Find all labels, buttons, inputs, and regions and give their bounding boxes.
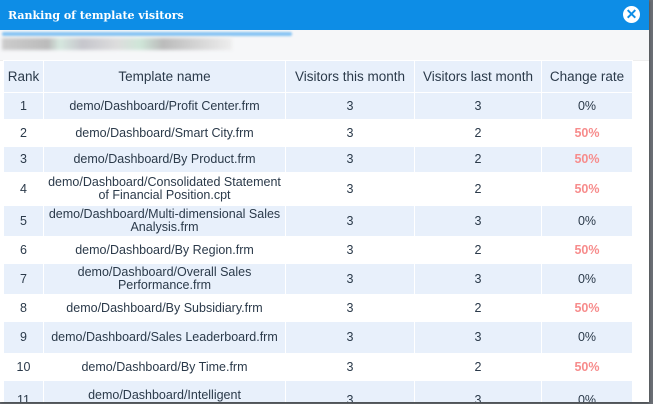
table-row[interactable]: 7 demo/Dashboard/Overall Sales Performanc…	[3, 263, 633, 295]
cell-this: 3	[285, 236, 415, 264]
cell-this: 3	[285, 205, 415, 237]
cell-last: 2	[414, 172, 542, 206]
cell-this: 3	[285, 294, 415, 322]
column-header[interactable]: Rank	[3, 60, 44, 93]
cell-last: 3	[414, 263, 542, 295]
visitor-ranking-table: Rank Template name Visitors this month Visi…	[3, 60, 633, 402]
cell-change: 50%	[541, 236, 633, 264]
cell-this: 3	[285, 380, 415, 402]
cell-change: 0%	[541, 263, 633, 295]
cell-rank: 2	[3, 119, 44, 147]
cell-name: demo/Dashboard/Consolidated Statement of…	[43, 172, 286, 206]
table-row[interactable]: 10 demo/Dashboard/By Time.frm 3 2 50%	[3, 353, 633, 381]
cell-this: 3	[285, 353, 415, 381]
cell-last: 2	[414, 119, 542, 147]
table-row[interactable]: 9 demo/Dashboard/Sales Leaderboard.frm 3 3 0…	[3, 321, 633, 354]
cell-rank: 7	[3, 263, 44, 295]
blurred-filter-area	[0, 30, 649, 61]
table-row[interactable]: 6 demo/Dashboard/By Region.frm 3 2 50%	[3, 236, 633, 264]
dialog-title: Ranking of template visitors	[8, 9, 184, 22]
cell-name: demo/Dashboard/By Region.frm	[43, 236, 286, 264]
ranking-dialog: Ranking of template visitors ✕ Rank Templ…	[0, 0, 649, 402]
cell-rank: 1	[3, 92, 44, 120]
cell-change: 50%	[541, 294, 633, 322]
table-row[interactable]: 2 demo/Dashboard/Smart City.frm 3 2 50%	[3, 119, 633, 147]
dialog-titlebar: Ranking of template visitors ✕	[0, 0, 649, 30]
cell-rank: 10	[3, 353, 44, 381]
table-row[interactable]: 1 demo/Dashboard/Profit Center.frm 3 3 0%	[3, 92, 633, 120]
cell-last: 3	[414, 380, 542, 402]
cell-rank: 5	[3, 205, 44, 237]
cell-name: demo/Dashboard/By Subsidiary.frm	[43, 294, 286, 322]
cell-this: 3	[285, 263, 415, 295]
cell-last: 3	[414, 92, 542, 120]
cell-name: demo/Dashboard/Intelligent	[43, 380, 286, 402]
cell-name: demo/Dashboard/Smart City.frm	[43, 119, 286, 147]
cell-rank: 6	[3, 236, 44, 264]
column-header[interactable]: Visitors this month	[285, 60, 415, 93]
cell-change: 50%	[541, 146, 633, 173]
column-header[interactable]: Change rate	[541, 60, 633, 93]
cell-change: 50%	[541, 353, 633, 381]
cell-name: demo/Dashboard/Multi-dimensional Sales A…	[43, 205, 286, 237]
cell-change: 0%	[541, 321, 633, 354]
cell-last: 3	[414, 205, 542, 237]
cell-rank: 4	[3, 172, 44, 206]
table-row[interactable]: 3 demo/Dashboard/By Product.frm 3 2 50%	[3, 146, 633, 173]
table-row[interactable]: 11 demo/Dashboard/Intelligent 3 3 0%	[3, 380, 633, 402]
cell-rank: 11	[3, 380, 44, 402]
cell-name: demo/Dashboard/Sales Leaderboard.frm	[43, 321, 286, 354]
cell-this: 3	[285, 172, 415, 206]
cell-last: 2	[414, 294, 542, 322]
cell-change: 50%	[541, 172, 633, 206]
cell-name: demo/Dashboard/By Time.frm	[43, 353, 286, 381]
cell-this: 3	[285, 146, 415, 173]
cell-change: 0%	[541, 205, 633, 237]
table-row[interactable]: 4 demo/Dashboard/Consolidated Statement o…	[3, 172, 633, 206]
cell-change: 50%	[541, 119, 633, 147]
cell-rank: 8	[3, 294, 44, 322]
table-row[interactable]: 8 demo/Dashboard/By Subsidiary.frm 3 2 50%	[3, 294, 633, 322]
cell-last: 3	[414, 321, 542, 354]
cell-change: 0%	[541, 380, 633, 402]
cell-rank: 9	[3, 321, 44, 354]
cell-name: demo/Dashboard/By Product.frm	[43, 146, 286, 173]
column-header[interactable]: Template name	[43, 60, 286, 93]
cell-last: 2	[414, 146, 542, 173]
table-row[interactable]: 5 demo/Dashboard/Multi-dimensional Sales …	[3, 205, 633, 237]
cell-this: 3	[285, 321, 415, 354]
close-icon[interactable]: ✕	[623, 6, 640, 23]
cell-last: 2	[414, 236, 542, 264]
cell-this: 3	[285, 92, 415, 120]
cell-rank: 3	[3, 146, 44, 173]
cell-name: demo/Dashboard/Overall Sales Performance…	[43, 263, 286, 295]
cell-last: 2	[414, 353, 542, 381]
cell-change: 0%	[541, 92, 633, 120]
column-header[interactable]: Visitors last month	[414, 60, 542, 93]
cell-name: demo/Dashboard/Profit Center.frm	[43, 92, 286, 120]
cell-this: 3	[285, 119, 415, 147]
